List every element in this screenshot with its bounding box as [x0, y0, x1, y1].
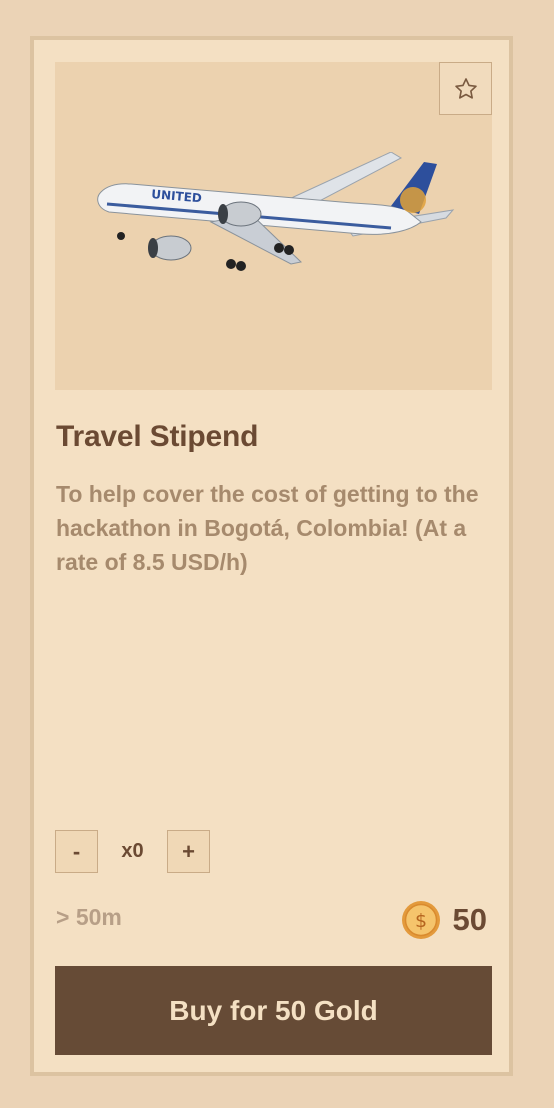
item-image: UNITED [55, 62, 492, 390]
price-amount: 50 [452, 902, 487, 937]
increment-button[interactable]: + [167, 830, 210, 873]
gold-coin-icon: $ [401, 901, 440, 939]
item-description: To help cover the cost of getting to the… [56, 481, 479, 575]
quantity-value: x0 [121, 840, 144, 862]
star-icon [454, 77, 477, 99]
favorite-button[interactable] [439, 62, 492, 115]
item-title: Travel Stipend [56, 420, 259, 453]
buy-button[interactable]: Buy for 50 Gold [55, 966, 492, 1055]
airplane-image: UNITED [97, 152, 455, 271]
decrement-button[interactable]: - [55, 830, 98, 873]
delivery-eta: > 50m [56, 904, 122, 930]
shop-item-card: UNITED Travel Stipend To help cover the … [30, 36, 513, 1076]
quantity-stepper: - x0 + [55, 830, 210, 873]
svg-text:$: $ [414, 910, 426, 932]
price-display: $ 50 [401, 900, 487, 940]
